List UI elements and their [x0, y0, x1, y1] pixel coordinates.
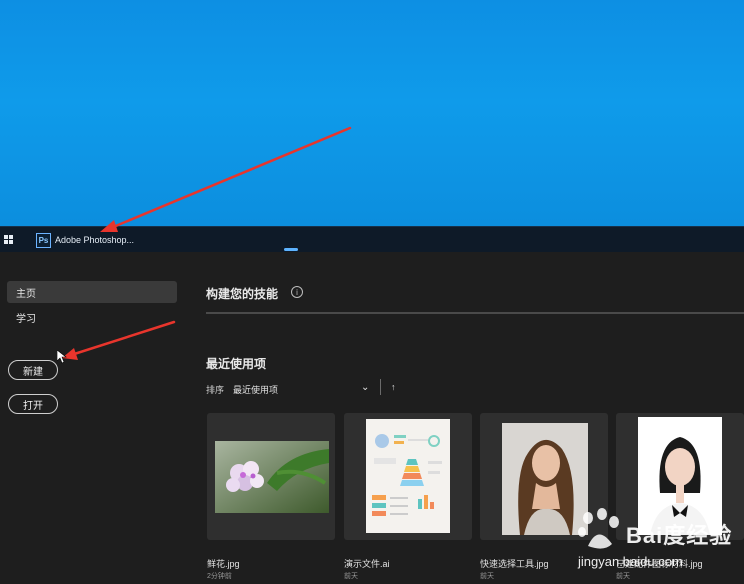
sidebar-item-learn[interactable]: 学习 — [7, 306, 177, 328]
sort-direction-icon[interactable]: ↑ — [391, 382, 396, 392]
desktop-wallpaper — [0, 0, 744, 226]
open-button[interactable]: 打开 — [8, 394, 58, 414]
recent-title: 最近使用项 — [206, 357, 267, 371]
sort-dropdown[interactable]: 最近使用项 — [233, 383, 278, 396]
divider — [380, 379, 381, 395]
watermark-url: jingyan.baidu.com — [578, 554, 683, 569]
sidebar-item-label: 学习 — [16, 313, 36, 325]
watermark-title: Bai度经验 — [626, 523, 733, 548]
file-name: 演示文件.ai — [344, 559, 390, 569]
file-time: 2分钟前 — [207, 573, 232, 580]
file-time: 前天 — [480, 573, 494, 580]
divider — [206, 312, 744, 314]
baidu-paw-icon — [578, 508, 619, 549]
sidebar: 主页 学习 新建 打开 — [0, 252, 185, 584]
chevron-down-icon[interactable]: ⌄ — [361, 382, 369, 393]
info-icon[interactable]: i — [291, 286, 303, 298]
sidebar-item-home[interactable]: 主页 — [7, 281, 177, 303]
taskbar-active-indicator — [284, 248, 298, 251]
taskbar-item-label: Adobe Photoshop... — [55, 235, 135, 245]
file-name: 鲜花.jpg — [207, 559, 240, 569]
file-time: 前天 — [344, 573, 358, 580]
baidu-watermark: Bai度经验 jingyan.baidu.com — [574, 506, 744, 576]
recent-file-card[interactable] — [207, 413, 335, 540]
windows-start-icon[interactable] — [4, 235, 14, 245]
skills-title: 构建您的技能 — [206, 287, 279, 301]
sort-label: 排序 — [206, 385, 225, 395]
taskbar: Ps Adobe Photoshop... — [0, 226, 744, 253]
file-thumbnail — [215, 441, 329, 513]
sidebar-item-label: 主页 — [16, 288, 36, 300]
photoshop-icon: Ps — [36, 232, 51, 248]
file-thumbnail — [366, 419, 450, 533]
file-name: 快速选择工具.jpg — [480, 559, 549, 569]
mouse-cursor-icon — [57, 350, 67, 364]
new-button[interactable]: 新建 — [8, 360, 58, 380]
recent-file-card[interactable] — [344, 413, 472, 540]
taskbar-item-photoshop[interactable]: Ps Adobe Photoshop... — [36, 232, 134, 248]
